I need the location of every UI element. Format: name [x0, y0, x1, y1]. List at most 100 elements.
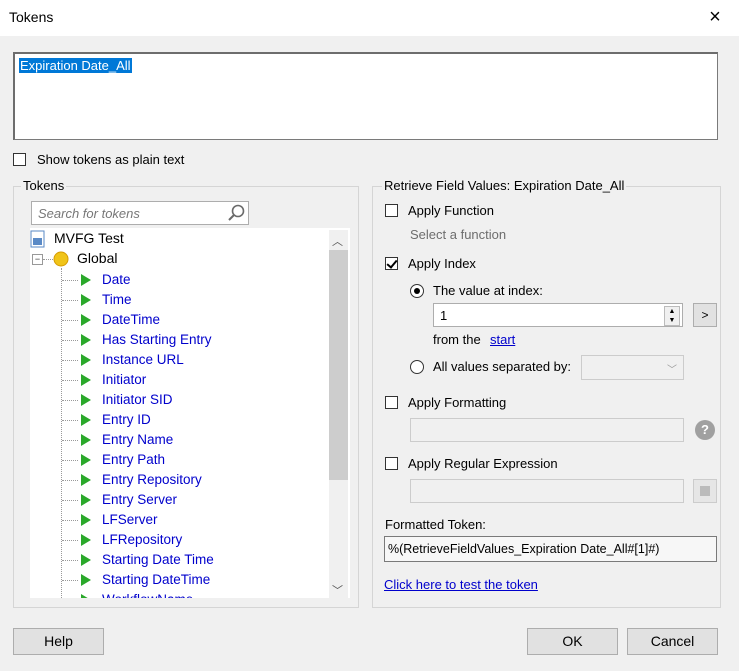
scroll-thumb[interactable] [329, 250, 348, 480]
all-values-label: All values separated by: [433, 359, 572, 374]
tree-connector [43, 259, 53, 260]
index-arrow-button[interactable]: > [693, 303, 717, 327]
tree-item[interactable]: Initiator [102, 370, 146, 390]
start-link[interactable]: start [490, 332, 515, 347]
tree-connector [62, 340, 78, 341]
tree-connector [62, 380, 78, 381]
index-input[interactable]: 1 ▲ ▼ [433, 303, 683, 327]
tree-connector [62, 420, 78, 421]
search-placeholder: Search for tokens [38, 206, 140, 221]
tree-global[interactable]: Global [77, 250, 117, 266]
index-spinner[interactable]: ▲ ▼ [664, 306, 680, 326]
tree-item[interactable]: Has Starting Entry [102, 330, 212, 350]
scroll-up-icon[interactable]: ︿ [332, 233, 343, 249]
token-play-icon [81, 594, 91, 598]
tree-item[interactable]: WorkflowName [102, 590, 193, 598]
tree-connector [62, 360, 78, 361]
tree-connector [62, 440, 78, 441]
chevron-down-icon: ﹀ [667, 365, 677, 376]
apply-index-label: Apply Index [408, 256, 476, 271]
token-selected-text: Expiration Date_All [19, 58, 132, 73]
title-bar [0, 0, 739, 36]
separator-select[interactable]: ﹀ [581, 355, 684, 380]
token-play-icon [81, 514, 91, 526]
formatted-token-field[interactable]: %(RetrieveFieldValues_Expiration Date_Al… [384, 536, 717, 562]
apply-regex-label: Apply Regular Expression [408, 456, 558, 471]
token-play-icon [81, 294, 91, 306]
token-play-icon [81, 354, 91, 366]
search-input[interactable]: Search for tokens [31, 201, 249, 225]
tree-item[interactable]: Time [102, 290, 132, 310]
apply-index-checkbox[interactable] [385, 257, 398, 270]
tree-item[interactable]: Entry Path [102, 450, 165, 470]
tree-item[interactable]: Entry Repository [102, 470, 202, 490]
tree-item[interactable]: LFRepository [102, 530, 182, 550]
apply-function-checkbox[interactable] [385, 204, 398, 217]
token-play-icon [81, 454, 91, 466]
token-play-icon [81, 314, 91, 326]
apply-function-label: Apply Function [408, 203, 494, 218]
formatted-token-value: %(RetrieveFieldValues_Expiration Date_Al… [388, 542, 660, 556]
tree-connector [62, 460, 78, 461]
help-button[interactable]: Help [13, 628, 104, 655]
value-at-index-radio[interactable] [410, 284, 424, 298]
help-icon[interactable]: ? [695, 420, 715, 440]
tree-connector [62, 280, 78, 281]
tree-item[interactable]: Date [102, 270, 131, 290]
tree-item[interactable]: Entry Name [102, 430, 173, 450]
token-play-icon [81, 534, 91, 546]
tree-item[interactable]: LFServer [102, 510, 158, 530]
cancel-button[interactable]: Cancel [627, 628, 718, 655]
search-icon[interactable] [228, 204, 246, 222]
tree-item[interactable]: Starting Date Time [102, 550, 214, 570]
token-play-icon [81, 574, 91, 586]
tree-item[interactable]: Entry Server [102, 490, 177, 510]
tree-item[interactable]: Instance URL [102, 350, 184, 370]
token-play-icon [81, 434, 91, 446]
tree-item[interactable]: Entry ID [102, 410, 151, 430]
tree-root[interactable]: MVFG Test [54, 230, 124, 246]
tree-item[interactable]: DateTime [102, 310, 160, 330]
apply-formatting-checkbox[interactable] [385, 396, 398, 409]
value-at-index-label: The value at index: [433, 283, 543, 298]
token-play-icon [81, 414, 91, 426]
regex-input[interactable] [410, 479, 684, 503]
ok-button[interactable]: OK [527, 628, 618, 655]
tree-connector [62, 500, 78, 501]
all-values-radio[interactable] [410, 360, 424, 374]
tree-connector [62, 520, 78, 521]
apply-formatting-label: Apply Formatting [408, 395, 507, 410]
show-plain-label: Show tokens as plain text [37, 152, 185, 167]
token-play-icon [81, 374, 91, 386]
token-play-icon [81, 334, 91, 346]
test-token-link[interactable]: Click here to test the token [384, 577, 538, 592]
close-icon[interactable]: × [704, 6, 726, 28]
tree-connector [62, 480, 78, 481]
window-title: Tokens [9, 9, 54, 25]
show-plain-checkbox[interactable] [13, 153, 26, 166]
apply-regex-checkbox[interactable] [385, 457, 398, 470]
tokens-legend: Tokens [21, 178, 67, 193]
tree-connector [62, 300, 78, 301]
regex-builder-icon[interactable] [693, 479, 717, 503]
tree-vline [61, 268, 62, 598]
tree-connector [62, 400, 78, 401]
tree-item[interactable]: Starting DateTime [102, 570, 210, 590]
tokens-tree[interactable]: MVFG Test − Global Date Time DateTime Has S… [30, 228, 350, 598]
retrieve-legend: Retrieve Field Values: Expiration Date_A… [382, 178, 627, 193]
token-play-icon [81, 474, 91, 486]
tree-connector [62, 560, 78, 561]
tree-connector [62, 320, 78, 321]
formatting-input[interactable] [410, 418, 684, 442]
tree-item[interactable]: Initiator SID [102, 390, 173, 410]
token-play-icon [81, 274, 91, 286]
token-editor[interactable]: Expiration Date_All [13, 52, 718, 140]
formatted-token-label: Formatted Token: [385, 517, 486, 532]
from-the-label: from the [433, 332, 481, 347]
workflow-icon [30, 230, 45, 248]
select-function-text: Select a function [410, 227, 507, 242]
collapse-toggle[interactable]: − [32, 254, 43, 265]
token-play-icon [81, 394, 91, 406]
tree-connector [62, 580, 78, 581]
scroll-down-icon[interactable]: ﹀ [332, 582, 343, 598]
